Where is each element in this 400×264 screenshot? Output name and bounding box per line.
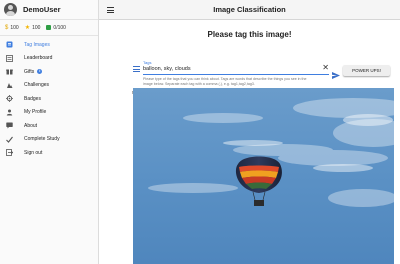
user-header: DemoUser [0, 0, 98, 20]
checkmark-icon [6, 136, 13, 143]
send-icon[interactable] [332, 66, 340, 79]
sidebar-item-tag-images[interactable]: Tag Images [0, 38, 98, 52]
tag-prompt: Please tag this image! [207, 30, 292, 39]
sidebar-item-badges[interactable]: Badges [0, 92, 98, 106]
sidebar-item-leaderboard[interactable]: Leaderboard [0, 52, 98, 66]
username: DemoUser [23, 5, 61, 14]
helper-text: Please type of the tags that you can thi… [143, 77, 307, 86]
sidebar-nav: Tag Images Leaderboard Gifts Challenge [0, 36, 98, 160]
sidebar-item-label: Badges [24, 95, 41, 102]
info-icon[interactable] [37, 68, 43, 75]
sign-out-icon [6, 149, 13, 157]
check-box-icon [46, 25, 52, 30]
tags-field[interactable]: Tags balloon, sky, clouds ✕ [143, 60, 329, 75]
coins-stat: $ 100 [5, 25, 19, 31]
chat-icon [6, 122, 13, 129]
sidebar-item-label: Leaderboard [24, 55, 53, 62]
app: DemoUser $ 100 ★ 100 0/100 Tag Images Le… [0, 0, 400, 264]
leaderboard-icon [6, 54, 13, 62]
balloon-photo [133, 88, 394, 264]
sidebar-item-gifts[interactable]: Gifts [0, 65, 98, 79]
stars-stat: ★ 100 [24, 24, 41, 32]
sidebar-item-label: Sign out [24, 149, 43, 156]
list-icon [133, 66, 140, 72]
sidebar-item-label: About [24, 122, 38, 129]
menu-icon[interactable] [107, 7, 114, 13]
tags-label: Tags [143, 60, 152, 65]
gift-icon [6, 68, 13, 75]
stars-value: 100 [32, 24, 41, 31]
sidebar-item-challenges[interactable]: Challenges [0, 79, 98, 93]
star-icon: ★ [24, 25, 31, 31]
progress-value: 0/100 [53, 24, 66, 31]
progress-stat: 0/100 [46, 25, 66, 31]
clear-icon[interactable]: ✕ [322, 64, 329, 72]
power-ups-button[interactable]: POWER UPS! [343, 65, 390, 76]
badge-icon [6, 95, 13, 103]
sidebar-item-about[interactable]: About [0, 119, 98, 133]
coins-value: 100 [10, 24, 19, 31]
sidebar-item-complete-study[interactable]: Complete Study [0, 133, 98, 147]
sidebar-item-label: My Profile [24, 109, 47, 116]
sidebar-item-label: Challenges [24, 82, 50, 89]
person-icon [6, 109, 13, 116]
sidebar-item-sign-out[interactable]: Sign out [0, 146, 98, 160]
sidebar-item-label: Gifts [24, 68, 35, 75]
tags-input[interactable]: balloon, sky, clouds [143, 66, 191, 72]
image-to-tag [133, 88, 394, 264]
top-bar: Image Classification [99, 0, 400, 20]
challenges-icon [6, 82, 13, 89]
tag-icon [6, 41, 13, 48]
sidebar-item-label: Tag Images [24, 41, 50, 48]
user-stats: $ 100 ★ 100 0/100 [0, 20, 98, 36]
sidebar-item-my-profile[interactable]: My Profile [0, 106, 98, 120]
sidebar: DemoUser $ 100 ★ 100 0/100 Tag Images Le… [0, 0, 99, 264]
coin-icon: $ [5, 24, 9, 31]
avatar[interactable] [4, 3, 17, 16]
sidebar-item-label: Complete Study [24, 136, 60, 143]
page-title: Image Classification [213, 5, 286, 14]
